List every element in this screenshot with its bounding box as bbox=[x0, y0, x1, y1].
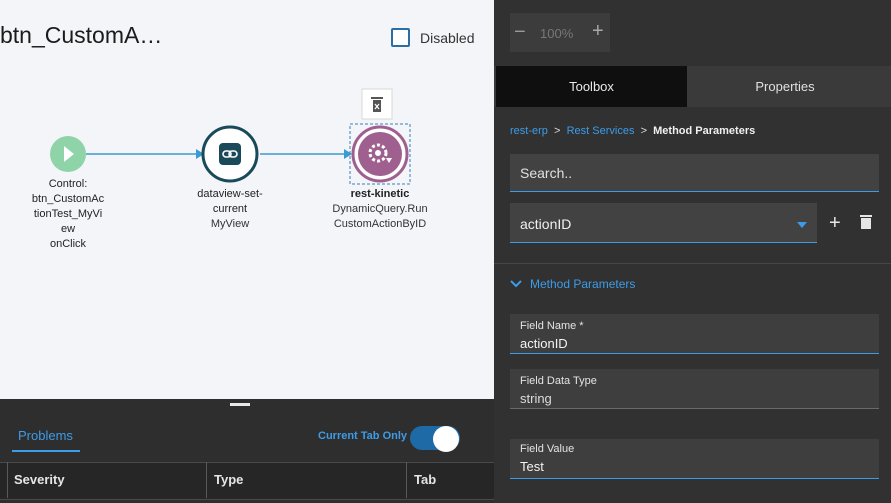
tab-problems[interactable]: Problems bbox=[18, 428, 73, 443]
column-divider[interactable] bbox=[206, 462, 207, 498]
section-method-parameters[interactable]: Method Parameters bbox=[510, 277, 635, 291]
chevron-down-icon[interactable] bbox=[797, 222, 807, 228]
zoom-in-button[interactable]: + bbox=[592, 20, 604, 43]
add-button[interactable]: + bbox=[829, 212, 841, 235]
tab-toolbox[interactable]: Toolbox bbox=[496, 66, 687, 107]
section-title: Method Parameters bbox=[530, 277, 636, 291]
node-label-line: rest-kinetic bbox=[350, 188, 410, 200]
dataview-node-label: dataview-set- current MyView bbox=[180, 187, 280, 232]
node-label-sub: CustomActionByID bbox=[333, 218, 427, 230]
delete-node-button[interactable] bbox=[361, 88, 393, 120]
chevron-down-icon[interactable] bbox=[510, 280, 522, 288]
field-data-type-value[interactable]: string bbox=[520, 391, 552, 406]
breadcrumb-current: Method Parameters bbox=[653, 125, 756, 137]
node-label-line: tionTest_MyVi bbox=[33, 208, 103, 220]
start-node[interactable] bbox=[50, 136, 86, 172]
dataview-node[interactable] bbox=[201, 125, 259, 183]
trash-icon[interactable] bbox=[860, 215, 872, 229]
field-value-value[interactable]: Test bbox=[520, 459, 544, 474]
node-label-line: current bbox=[212, 203, 248, 215]
method-select-value[interactable]: actionID bbox=[520, 216, 571, 232]
breadcrumb-separator: > bbox=[640, 125, 648, 137]
current-tab-only-label: Current Tab Only bbox=[318, 430, 408, 442]
breadcrumb: rest-erp > Rest Services > Method Parame… bbox=[510, 125, 755, 137]
divider bbox=[494, 263, 891, 264]
zoom-level: 100% bbox=[540, 26, 574, 41]
rest-node-label: rest-kinetic DynamicQuery.Run CustomActi… bbox=[320, 187, 440, 232]
active-tab-indicator bbox=[12, 450, 80, 452]
column-divider bbox=[7, 462, 8, 498]
column-header-tab[interactable]: Tab bbox=[414, 472, 436, 487]
tab-properties[interactable]: Properties bbox=[688, 66, 882, 107]
node-label-line: ew bbox=[60, 223, 76, 235]
breadcrumb-link[interactable]: Rest Services bbox=[567, 125, 635, 137]
panel-resize-handle[interactable] bbox=[230, 403, 250, 406]
toggle-knob[interactable] bbox=[433, 426, 459, 452]
node-label-line: dataview-set- bbox=[197, 188, 263, 200]
field-value-label: Field Value bbox=[520, 443, 575, 455]
zoom-out-button[interactable]: − bbox=[514, 21, 526, 44]
flow-canvas[interactable]: btn_CustomA… Disabled Control: btn_Custo… bbox=[0, 0, 494, 399]
node-label-sub: MyView bbox=[210, 218, 250, 230]
field-name-label: Field Name * bbox=[520, 320, 584, 332]
start-node-label: Control: btn_CustomAc tionTest_MyVi ew o… bbox=[18, 177, 118, 252]
field-name-value[interactable]: actionID bbox=[520, 336, 568, 351]
field-data-type-label: Field Data Type bbox=[520, 375, 597, 387]
node-label-line: onClick bbox=[49, 238, 87, 250]
node-label-sub: DynamicQuery.Run bbox=[332, 203, 428, 215]
column-header-severity[interactable]: Severity bbox=[14, 472, 65, 487]
connector-arrow bbox=[344, 149, 352, 159]
node-label-line: btn_CustomAc bbox=[31, 193, 105, 205]
node-label-line: Control: bbox=[48, 178, 88, 190]
column-divider[interactable] bbox=[406, 462, 407, 498]
search-input[interactable] bbox=[510, 154, 879, 192]
rest-node[interactable] bbox=[351, 125, 409, 183]
column-header-type[interactable]: Type bbox=[214, 472, 243, 487]
link-icon bbox=[219, 143, 241, 165]
breadcrumb-separator: > bbox=[554, 125, 561, 137]
breadcrumb-link[interactable]: rest-erp bbox=[510, 125, 548, 137]
